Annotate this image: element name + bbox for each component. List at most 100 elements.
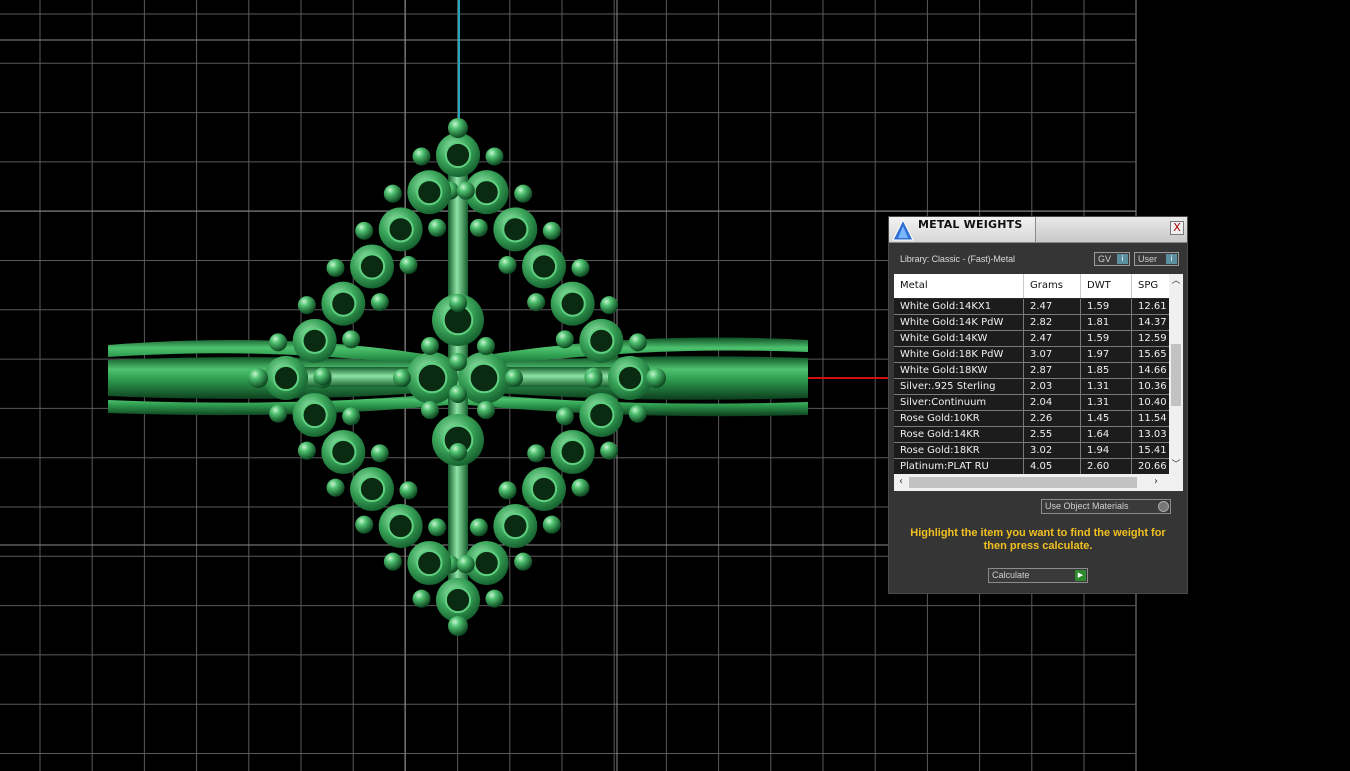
prong-bead (269, 404, 288, 423)
bezel-seat (588, 327, 615, 354)
prong-bead (297, 296, 316, 315)
vertical-scroll-thumb[interactable] (1171, 344, 1181, 406)
use-object-materials-toggle[interactable]: Use Object Materials (1041, 499, 1171, 514)
prong-bead (313, 367, 332, 386)
table-row[interactable]: Silver:Continuum 2.04 1.31 10.40 (894, 395, 1169, 411)
cell-grams: 2.47 (1024, 299, 1081, 314)
prong-bead (469, 518, 488, 537)
cell-spg: 10.36 (1138, 381, 1167, 392)
prong-bead (571, 478, 590, 497)
prong-bead (527, 444, 546, 463)
user-toggle[interactable]: User i (1134, 252, 1179, 266)
prong-bead (428, 518, 447, 537)
prong-bead (297, 441, 316, 460)
prong-bead (383, 552, 402, 571)
prong-bead (269, 333, 288, 352)
cell-grams: 2.87 (1024, 363, 1081, 378)
prong-bead (514, 552, 533, 571)
cell-metal: White Gold:18KW (894, 363, 1024, 378)
prong-bead (498, 481, 517, 500)
cell-grams: 2.03 (1024, 379, 1081, 394)
cell-spg: 10.40 (1138, 397, 1167, 408)
bezel-seat (530, 475, 558, 503)
prong-bead (248, 368, 268, 388)
cell-metal: Silver:Continuum (894, 395, 1024, 410)
library-label: Library: Classic - (Fast)-Metal (900, 254, 1015, 264)
bezel-seat (444, 586, 472, 614)
toggle-knob-icon (1158, 501, 1169, 512)
cell-metal: Rose Gold:18KR (894, 443, 1024, 458)
calculate-button[interactable]: Calculate ▶ (988, 568, 1088, 583)
cell-spg: 12.59 (1138, 333, 1167, 344)
prong-bead (514, 184, 533, 203)
play-arrow-icon: ▶ (1075, 570, 1086, 581)
bezel-seat (387, 512, 414, 540)
table-row[interactable]: White Gold:14KW 2.47 1.59 12.59 (894, 331, 1169, 347)
cell-dwt: 1.45 (1081, 411, 1132, 426)
prong-bead (421, 401, 439, 419)
table-row[interactable]: Silver:.925 Sterling 2.03 1.31 10.36 (894, 379, 1169, 395)
cell-spg: 14.37 (1138, 317, 1167, 328)
metal-table[interactable]: Metal Grams DWT SPG White Gold:14KX1 2.47… (894, 274, 1183, 491)
prong-bead (505, 369, 523, 387)
cell-dwt: 1.31 (1081, 395, 1132, 410)
bezel-seat (330, 438, 357, 466)
bezel-seat (473, 549, 500, 577)
table-row[interactable]: White Gold:14K PdW 2.82 1.81 14.37 (894, 315, 1169, 331)
cell-dwt: 1.31 (1081, 379, 1132, 394)
prong-bead (542, 515, 561, 534)
scroll-up-icon[interactable]: ︿ (1169, 274, 1183, 288)
prong-bead (485, 147, 504, 166)
ring-model[interactable] (108, 118, 808, 636)
prong-bead (628, 404, 647, 423)
prong-bead (600, 441, 619, 460)
prong-bead (449, 353, 467, 371)
table-row[interactable]: Rose Gold:18KR 3.02 1.94 15.41 (894, 443, 1169, 459)
cell-grams: 2.26 (1024, 411, 1081, 426)
vertical-scrollbar[interactable]: ︿ ﹀ (1169, 274, 1183, 474)
bezel-seat (530, 253, 558, 280)
column-header-metal[interactable]: Metal (894, 274, 1024, 298)
horizontal-scroll-thumb[interactable] (909, 477, 1137, 488)
bezel-seat (559, 290, 586, 317)
prong-bead (370, 444, 389, 463)
column-header-spg[interactable]: SPG (1132, 274, 1169, 298)
calculate-button-label: Calculate (992, 570, 1030, 580)
cell-metal: Silver:.925 Sterling (894, 379, 1024, 394)
user-toggle-label: User (1138, 254, 1158, 264)
prong-bead (555, 407, 574, 426)
table-row[interactable]: White Gold:14KX1 2.47 1.59 12.61 (894, 299, 1169, 315)
table-row[interactable]: White Gold:18K PdW 3.07 1.97 15.65 (894, 347, 1169, 363)
metal-weights-panel: METAL WEIGHTS X Library: Classic - (Fast… (888, 216, 1188, 594)
table-row[interactable]: Rose Gold:14KR 2.55 1.64 13.03 (894, 427, 1169, 443)
close-button[interactable]: X (1170, 221, 1184, 235)
scroll-right-icon[interactable]: › (1149, 475, 1163, 489)
prong-bead (428, 218, 447, 237)
cell-dwt: 1.97 (1081, 347, 1132, 362)
prong-bead (412, 147, 431, 166)
table-body: White Gold:14KX1 2.47 1.59 12.61 White Gold:… (894, 299, 1169, 475)
app-logo-icon (892, 218, 914, 241)
cell-grams: 2.55 (1024, 427, 1081, 442)
panel-titlebar[interactable]: METAL WEIGHTS X (889, 217, 1187, 243)
prong-bead (477, 401, 495, 419)
column-header-grams[interactable]: Grams (1024, 274, 1081, 298)
column-header-dwt[interactable]: DWT (1081, 274, 1132, 298)
gv-toggle[interactable]: GV i (1094, 252, 1130, 266)
table-row[interactable]: Rose Gold:10KR 2.26 1.45 11.54 (894, 411, 1169, 427)
horizontal-scrollbar[interactable]: ‹ › (894, 474, 1183, 491)
table-row[interactable]: Platinum:PLAT RU 4.05 2.60 20.66 (894, 459, 1169, 475)
prong-bead (555, 330, 574, 349)
panel-title: METAL WEIGHTS (918, 218, 1023, 231)
scroll-left-icon[interactable]: ‹ (894, 475, 908, 489)
prong-bead (449, 443, 467, 461)
cell-metal: White Gold:18K PdW (894, 347, 1024, 362)
prong-bead (646, 368, 666, 388)
scroll-down-icon[interactable]: ﹀ (1169, 458, 1183, 472)
prong-bead (449, 294, 467, 312)
gv-toggle-label: GV (1098, 254, 1112, 264)
info-icon: i (1117, 254, 1128, 264)
prong-bead (448, 118, 468, 138)
table-row[interactable]: White Gold:18KW 2.87 1.85 14.66 (894, 363, 1169, 379)
use-object-materials-label: Use Object Materials (1045, 501, 1129, 511)
